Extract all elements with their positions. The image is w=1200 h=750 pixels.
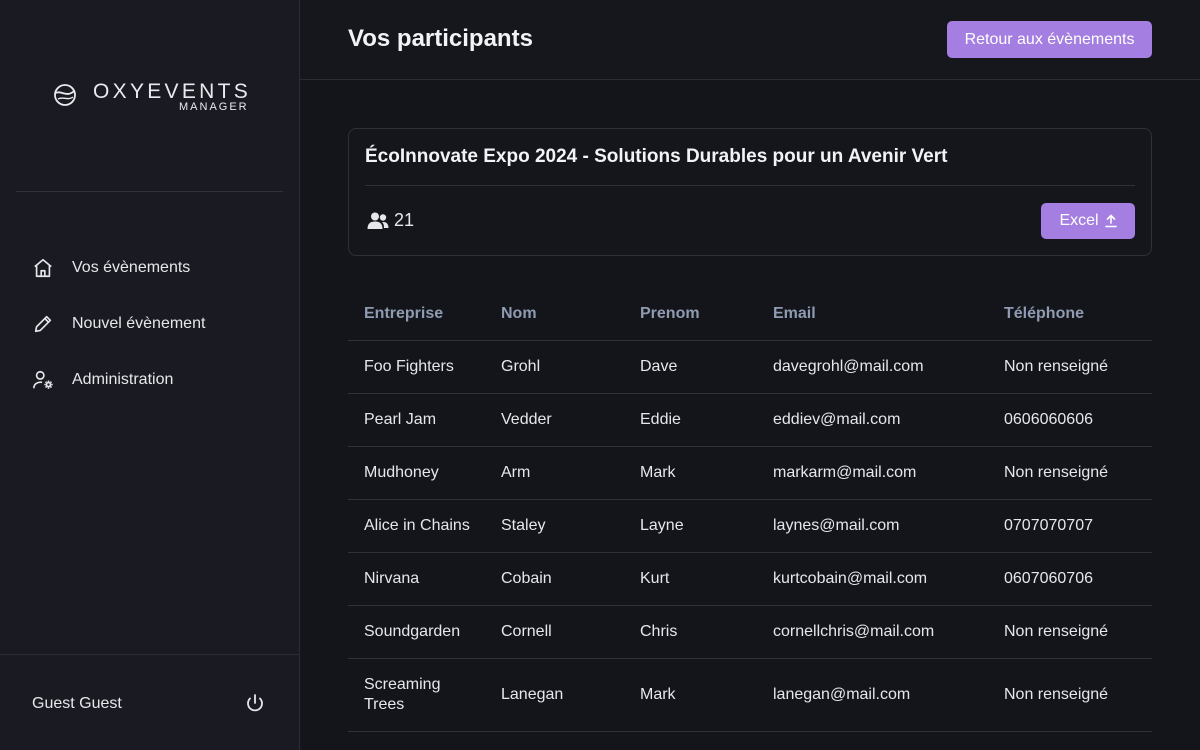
users-icon xyxy=(367,212,389,229)
participants-table: Entreprise Nom Prenom Email Téléphone Fo… xyxy=(348,288,1152,732)
cell-last-name: Arm xyxy=(501,464,531,481)
power-icon[interactable] xyxy=(243,692,267,716)
pencil-icon xyxy=(32,313,54,335)
cell-first-name: Dave xyxy=(640,358,678,375)
cell-last-name: Staley xyxy=(501,517,546,534)
participant-count-value: 21 xyxy=(394,210,415,230)
sidebar-item-label: Administration xyxy=(72,371,174,388)
cell-phone: Non renseigné xyxy=(1004,358,1109,375)
cell-company: Nirvana xyxy=(364,570,420,587)
cell-email: kurtcobain@mail.com xyxy=(773,570,928,587)
table-row[interactable]: Pearl Jam Vedder Eddie eddiev@mail.com 0… xyxy=(348,394,1152,447)
brand-logo[interactable]: OXYEVENTS MANAGER xyxy=(52,80,252,120)
sidebar-item-events[interactable]: Vos évènements xyxy=(32,253,190,283)
cell-company: Alice in Chains xyxy=(364,517,470,534)
cell-first-name: Chris xyxy=(640,623,678,640)
page-title: Vos participants xyxy=(348,25,533,52)
sidebar-divider xyxy=(16,191,283,192)
user-name: Guest Guest xyxy=(32,695,122,712)
sidebar-item-label: Nouvel évènement xyxy=(72,315,206,332)
column-header-last-name[interactable]: Nom xyxy=(501,305,640,323)
home-icon xyxy=(32,257,54,279)
cell-email: lanegan@mail.com xyxy=(773,686,911,703)
sidebar-item-label: Vos évènements xyxy=(72,259,191,276)
cell-email: davegrohl@mail.com xyxy=(773,358,924,375)
table-row[interactable]: Nirvana Cobain Kurt kurtcobain@mail.com … xyxy=(348,553,1152,606)
cell-first-name: Mark xyxy=(640,464,676,481)
cell-phone: 0707070707 xyxy=(1004,517,1093,534)
event-card: ÉcoInnovate Expo 2024 - Solutions Durabl… xyxy=(348,128,1152,256)
page-header: Vos participants Retour aux évènements xyxy=(300,0,1200,80)
cell-phone: Non renseigné xyxy=(1004,464,1109,481)
upload-icon xyxy=(1104,214,1117,228)
column-header-company[interactable]: Entreprise xyxy=(348,305,501,323)
cell-first-name: Layne xyxy=(640,517,684,534)
cell-last-name: Cornell xyxy=(501,623,552,640)
cell-company: Pearl Jam xyxy=(364,411,437,428)
export-excel-label: Excel xyxy=(1059,212,1099,229)
table-row[interactable]: Foo Fighters Grohl Dave davegrohl@mail.c… xyxy=(348,341,1152,394)
cell-email: markarm@mail.com xyxy=(773,464,917,481)
event-title: ÉcoInnovate Expo 2024 - Solutions Durabl… xyxy=(365,146,948,167)
back-to-events-button[interactable]: Retour aux évènements xyxy=(947,21,1152,58)
cell-company: Foo Fighters xyxy=(364,358,454,375)
cell-phone: Non renseigné xyxy=(1004,686,1109,703)
cell-company: Screaming Trees xyxy=(364,676,441,713)
logo-icon xyxy=(54,84,76,106)
cell-first-name: Kurt xyxy=(640,570,670,587)
cell-phone: Non renseigné xyxy=(1004,623,1109,640)
table-row[interactable]: Mudhoney Arm Mark markarm@mail.com Non r… xyxy=(348,447,1152,500)
card-divider xyxy=(365,185,1135,186)
table-row[interactable]: Soundgarden Cornell Chris cornellchris@m… xyxy=(348,606,1152,659)
cell-company: Mudhoney xyxy=(364,464,439,481)
brand-subtitle: MANAGER xyxy=(179,101,249,113)
cell-last-name: Cobain xyxy=(501,570,552,587)
sidebar: OXYEVENTS MANAGER Vos évènements Nouvel … xyxy=(0,0,300,750)
cell-first-name: Mark xyxy=(640,686,676,703)
cell-email: cornellchris@mail.com xyxy=(773,623,935,640)
cell-phone: 0607060706 xyxy=(1004,570,1093,587)
cell-first-name: Eddie xyxy=(640,411,681,428)
sidebar-item-new-event[interactable]: Nouvel évènement xyxy=(32,309,205,339)
table-row[interactable]: Screaming Trees Lanegan Mark lanegan@mai… xyxy=(348,659,1152,732)
sidebar-footer: Guest Guest xyxy=(0,654,299,750)
export-excel-button[interactable]: Excel xyxy=(1041,203,1135,239)
column-header-phone[interactable]: Téléphone xyxy=(1004,305,1152,323)
column-header-email[interactable]: Email xyxy=(773,305,1004,323)
column-header-first-name[interactable]: Prenom xyxy=(640,305,773,323)
table-header: Entreprise Nom Prenom Email Téléphone xyxy=(348,288,1152,341)
cell-phone: 0606060606 xyxy=(1004,411,1093,428)
table-row[interactable]: Alice in Chains Staley Layne laynes@mail… xyxy=(348,500,1152,553)
cell-company: Soundgarden xyxy=(364,623,461,640)
cell-email: laynes@mail.com xyxy=(773,517,900,534)
participant-count: 21 xyxy=(367,210,414,231)
cell-last-name: Grohl xyxy=(501,358,541,375)
sidebar-item-administration[interactable]: Administration xyxy=(32,365,173,395)
cell-email: eddiev@mail.com xyxy=(773,411,901,428)
user-settings-icon xyxy=(32,369,54,391)
cell-last-name: Vedder xyxy=(501,411,552,428)
cell-last-name: Lanegan xyxy=(501,686,564,703)
